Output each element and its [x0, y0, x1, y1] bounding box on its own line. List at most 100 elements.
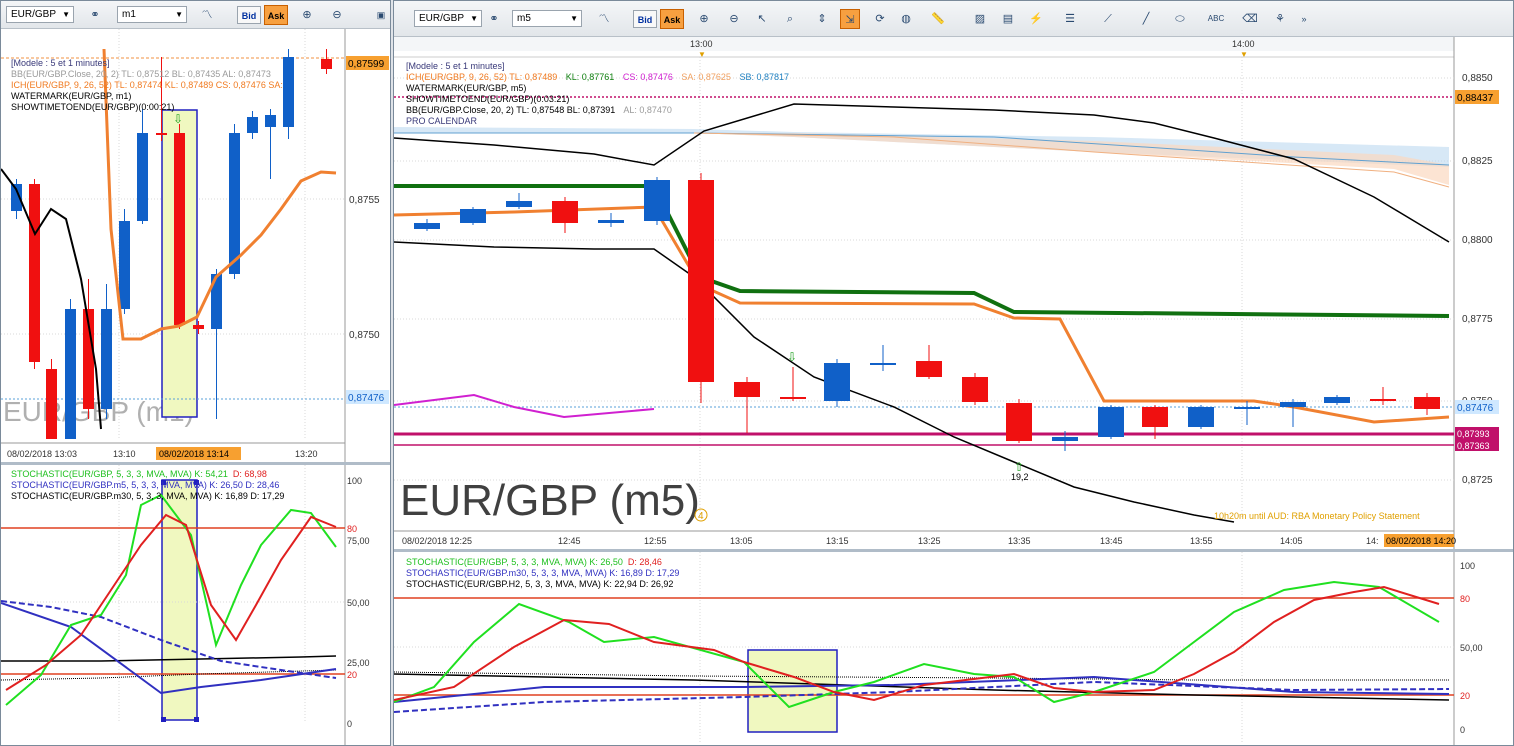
fit-icon[interactable]: ⇕: [812, 9, 832, 29]
more-icon[interactable]: »: [1294, 9, 1314, 29]
price-pane-m1[interactable]: EUR/GBP (m1) ⇩ 0,8755 0,8750 0,87599 0,8…: [1, 29, 390, 465]
zoom-in-icon[interactable]: ⊕: [297, 5, 317, 25]
legend-line: [Modele : 5 et 1 minutes]: [11, 58, 110, 68]
globe-icon[interactable]: ◍: [896, 9, 916, 29]
price-tick: 0,8800: [1462, 235, 1493, 246]
menu-icon[interactable]: ▣: [371, 5, 390, 25]
template-icon[interactable]: ▤: [998, 9, 1018, 29]
candle-body: [916, 361, 942, 377]
time-cursor-tag: 08/02/2018 13:14: [159, 449, 229, 459]
timeframe-select[interactable]: m5 ▼: [512, 10, 582, 27]
symbol-select[interactable]: EUR/GBP ▼: [6, 6, 74, 23]
trendline-icon[interactable]: ╱: [1136, 9, 1156, 29]
legend-line: STOCHASTIC(EUR/GBP.m30, 5, 3, 3, MVA, MV…: [406, 568, 679, 578]
stoch-tick: 75,00: [347, 536, 370, 546]
ruler-icon[interactable]: 📏: [928, 9, 948, 29]
candle-body: [229, 133, 240, 274]
chevron-down-icon: ▼: [470, 14, 478, 23]
zoom-in-icon[interactable]: ⊕: [694, 9, 714, 29]
refresh-icon[interactable]: ⟳: [870, 9, 890, 29]
price-tag-top: 0,87599: [348, 59, 385, 70]
zoom-out-icon[interactable]: ⊖: [724, 9, 744, 29]
candle-body: [321, 59, 332, 69]
candle-body: [1052, 437, 1078, 441]
price-pane-m5[interactable]: 13:00 14:00 ▼ ▼ ⇩ ⇧ 19,2 EUR/GBP (m5) 4 …: [394, 37, 1513, 549]
fractal-down-icon: ⇩: [787, 350, 797, 364]
candle-body: [1234, 407, 1260, 409]
time-label: 12:45: [558, 536, 581, 546]
candle-body: [265, 115, 276, 127]
autoscroll-icon[interactable]: ⇲: [840, 9, 860, 29]
time-label: 13:55: [1190, 536, 1213, 546]
link-icon[interactable]: ⚭: [484, 9, 504, 29]
zoom-out-icon[interactable]: ⊖: [327, 5, 347, 25]
stoch-tick: 0: [1460, 725, 1465, 735]
candle-body: [1142, 407, 1168, 427]
legend-part: SA: 0,87625: [681, 72, 731, 82]
text-tool-icon[interactable]: ABC: [1206, 9, 1226, 29]
time-cursor-tag: 08/02/2018 14:20: [1386, 536, 1456, 546]
symbol-value: EUR/GBP: [419, 13, 465, 24]
chart-type-icon[interactable]: 〽: [197, 5, 217, 25]
timeframe-select[interactable]: m1 ▼: [117, 6, 187, 23]
stoch-legend: STOCHASTIC(EUR/GBP, 5, 3, 3, MVA, MVA) K…: [406, 557, 679, 589]
candle-body: [1370, 399, 1396, 401]
legend-line: [Modele : 5 et 1 minutes]: [406, 61, 505, 71]
time-label: 13:05: [730, 536, 753, 546]
candle-body: [734, 382, 760, 397]
ask-button[interactable]: Ask: [264, 5, 288, 25]
objects-tree-icon[interactable]: ⚘: [1270, 9, 1290, 29]
price-tick: 0,8755: [349, 195, 380, 206]
symbol-select[interactable]: EUR/GBP ▼: [414, 10, 482, 27]
candle-body: [1414, 397, 1440, 409]
legend-extra: D: 68,98: [233, 469, 267, 479]
link-icon[interactable]: ⚭: [85, 5, 105, 25]
fibonacci-icon[interactable]: ⟋: [1098, 9, 1118, 29]
legend-line: STOCHASTIC(EUR/GBP, 5, 3, 3, MVA, MVA) K…: [11, 469, 228, 479]
stoch-tick: 80: [1460, 594, 1470, 604]
symbol-value: EUR/GBP: [11, 9, 57, 20]
price-tag-level2: 0,87393: [1457, 429, 1490, 439]
eraser-icon[interactable]: ⌫: [1240, 9, 1260, 29]
stoch-tick: 20: [347, 670, 357, 680]
chart-type-icon[interactable]: 〽: [594, 9, 614, 29]
candle-body: [174, 133, 185, 325]
legend-part: ICH(EUR/GBP, 9, 26, 52) TL: 0,87489: [406, 72, 557, 82]
candle-body: [688, 180, 714, 382]
legend-part: CS: 0,87476: [623, 72, 673, 82]
legend-part: BB(EUR/GBP.Close, 20, 2) TL: 0,87548 BL:…: [406, 105, 615, 115]
bid-button[interactable]: Bid: [237, 6, 261, 24]
price-tag-level: 0,88437: [1457, 93, 1494, 104]
time-marker-icon: ▼: [698, 50, 706, 59]
candle-body: [460, 209, 486, 223]
price-tick: 0,8850: [1462, 73, 1493, 84]
candle-body: [283, 57, 294, 127]
fractal-up-icon: ⇩: [173, 112, 183, 126]
indicators-icon[interactable]: ⚡: [1026, 9, 1046, 29]
time-label: 13:10: [113, 449, 136, 459]
candle-body: [247, 117, 258, 133]
zoom-area-icon[interactable]: ⌕: [780, 9, 800, 29]
time-label: 08/02/2018 12:25: [402, 536, 472, 546]
candle-body: [46, 369, 57, 439]
candle-body: [1006, 403, 1032, 441]
highlight-box[interactable]: [747, 649, 838, 733]
chart-window-m1: EUR/GBP ▼ ⚭ m1 ▼ 〽 Bid Ask ⊕ ⊖ ▣ EUR/GBP (…: [0, 0, 391, 746]
cursor-icon[interactable]: ↖: [752, 9, 772, 29]
svg-text:ICH(EUR/GBP, 9, 26, 52) TL: 0: ICH(EUR/GBP, 9, 26, 52) TL: 0,87489 KL: …: [406, 72, 789, 82]
image-icon[interactable]: ▨: [970, 9, 990, 29]
legend-line: STOCHASTIC(EUR/GBP.m30, 5, 3, 3, MVA, MV…: [11, 491, 284, 501]
candle-body: [101, 309, 112, 409]
legend-part: KL: 0,87761: [566, 72, 615, 82]
price-tag-current: 0,87476: [1457, 403, 1494, 414]
time-label: 13:35: [1008, 536, 1031, 546]
ask-button[interactable]: Ask: [660, 9, 684, 29]
toolbar-m5: EUR/GBP ▼ ⚭ m5 ▼ 〽 Bid Ask ⊕ ⊖ ↖ ⌕ ⇕ ⇲ ⟳ ◍…: [394, 1, 1513, 37]
stochastic-pane-m1[interactable]: 100 80 75,00 50,00 25,00 20 0 STOCHASTIC…: [1, 465, 390, 746]
legend-line: STOCHASTIC(EUR/GBP.m5, 5, 3, 3, MVA, MVA…: [11, 480, 279, 490]
stochastic-pane-m5[interactable]: 100 80 50,00 20 0 STOCHASTIC(EUR/GBP, 5,…: [394, 552, 1513, 746]
hline-icon[interactable]: ☰: [1060, 9, 1080, 29]
bid-button[interactable]: Bid: [633, 10, 657, 28]
candle-body: [137, 133, 148, 221]
ellipse-icon[interactable]: ⬭: [1170, 9, 1190, 29]
